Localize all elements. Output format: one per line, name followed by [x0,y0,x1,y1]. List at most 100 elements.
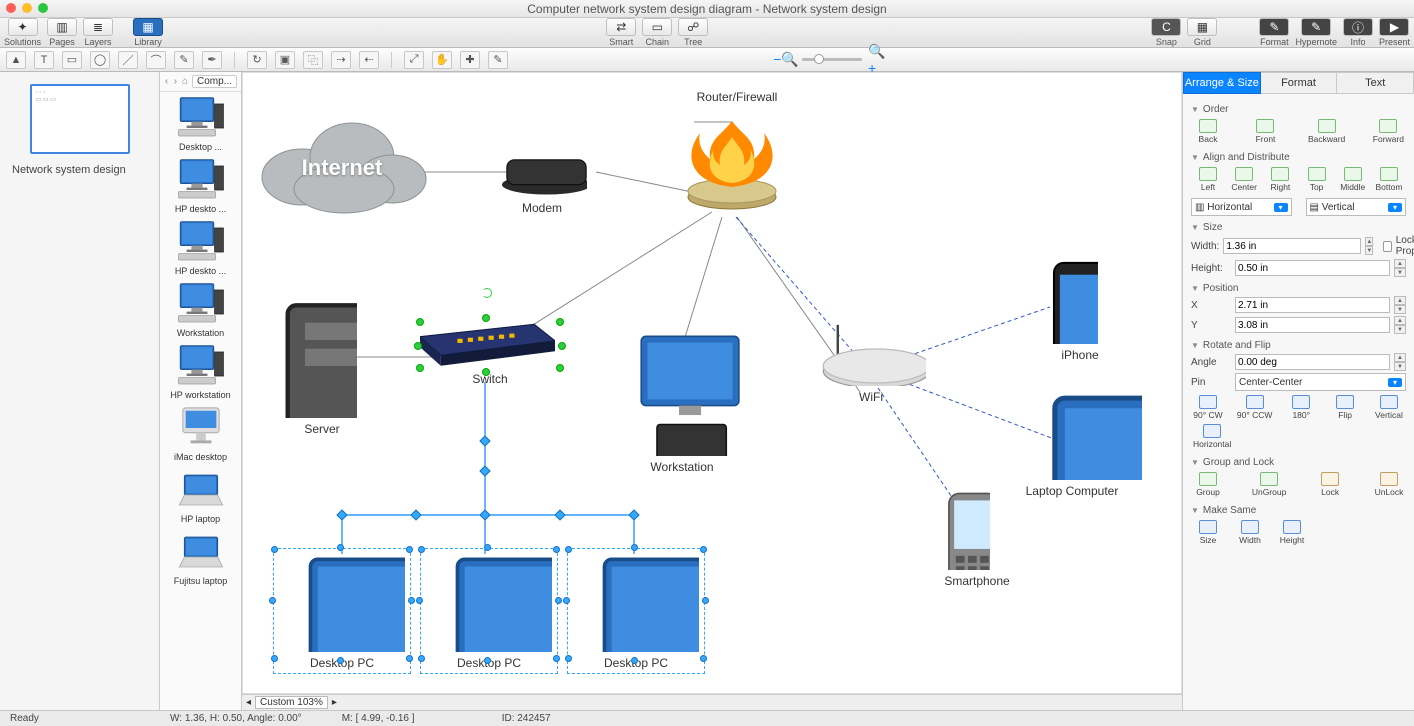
crop-tool[interactable]: ▣ [275,51,295,69]
order-backward-button[interactable]: Backward [1306,117,1347,146]
rotate-90ccw-button[interactable]: 90° CCW [1235,393,1275,422]
node-server[interactable]: Server [267,288,377,436]
pan-tool[interactable]: ✋ [432,51,452,69]
line-tool[interactable]: ／ [118,51,138,69]
library-forward-button[interactable]: › [173,76,178,87]
align-right-button[interactable]: Right [1263,165,1297,194]
align-top-button[interactable]: Top [1300,165,1334,194]
section-size[interactable]: Size [1191,222,1406,233]
ungroup-button[interactable]: UnGroup [1250,470,1289,499]
select-tool[interactable]: ▲ [6,51,26,69]
flip-horizontal-button[interactable]: Horizontal [1191,422,1233,451]
library-crumb[interactable]: Comp... [192,75,237,88]
rect-tool[interactable]: ▭ [62,51,82,69]
tab-format[interactable]: Format [1261,72,1338,94]
ellipse-tool[interactable]: ◯ [90,51,110,69]
node-modem[interactable]: Modem [497,142,587,215]
connector-tool-2[interactable]: ⇠ [359,51,379,69]
toolbar-format[interactable]: ✎Format [1259,18,1289,47]
toolbar-smart[interactable]: ⇄Smart [606,18,636,47]
toolbar-present[interactable]: ▶Present [1379,18,1410,47]
align-bottom-button[interactable]: Bottom [1372,165,1406,194]
toolbar-solutions[interactable]: ✦Solutions [4,18,41,47]
lock-button[interactable]: Lock [1313,470,1347,499]
align-left-button[interactable]: Left [1191,165,1225,194]
flip-vertical-button[interactable]: Vertical [1372,393,1406,422]
diagram-canvas[interactable]: Internet Modem Router/Firewall [242,72,1182,694]
node-desktop-pc-2[interactable]: Desktop PC [424,552,554,670]
toolbar-info[interactable]: ⓘInfo [1343,18,1373,47]
zoom-in-button[interactable]: 🔍+ [868,51,888,69]
library-back-button[interactable]: ‹ [164,76,169,87]
lock-proportions-checkbox[interactable]: Lock Proportions [1383,235,1414,257]
same-height-button[interactable]: Height [1275,518,1309,547]
same-size-button[interactable]: Size [1191,518,1225,547]
section-group[interactable]: Group and Lock [1191,457,1406,468]
unlock-button[interactable]: UnLock [1372,470,1406,499]
toolbar-tree[interactable]: ☍Tree [678,18,708,47]
order-forward-button[interactable]: Forward [1371,117,1406,146]
library-item-imac[interactable]: iMac desktop [164,406,237,462]
node-router-firewall[interactable]: Router/Firewall [682,86,792,216]
y-stepper[interactable]: ▲▼ [1394,316,1406,334]
x-stepper[interactable]: ▲▼ [1394,296,1406,314]
node-workstation[interactable]: Workstation [612,330,752,474]
library-home-button[interactable]: ⌂ [182,76,188,87]
same-width-button[interactable]: Width [1233,518,1267,547]
zoom-fit[interactable]: ⤢ [404,51,424,69]
node-iphone[interactable]: iPhone [1050,258,1110,362]
pen-tool[interactable]: ✒ [202,51,222,69]
zoom-selector[interactable]: Custom 103% [255,696,328,709]
node-wifi[interactable]: WiFi [816,320,926,404]
section-position[interactable]: Position [1191,283,1406,294]
toolbar-layers[interactable]: ≣Layers [83,18,113,47]
distribute-horizontal-select[interactable]: ▥ Horizontal▾ [1191,198,1292,216]
pos-y-input[interactable] [1235,317,1390,333]
toolbar-library[interactable]: ▦Library [133,18,163,47]
library-item-hpdesk2[interactable]: HP deskto ... [164,220,237,276]
order-back-button[interactable]: Back [1191,117,1225,146]
library-item-hplap[interactable]: HP laptop [164,468,237,524]
toolbar-chain[interactable]: ▭Chain [642,18,672,47]
distribute-vertical-select[interactable]: ▤ Vertical▾ [1306,198,1407,216]
text-tool[interactable]: T [34,51,54,69]
size-width-input[interactable] [1223,238,1361,254]
node-smartphone[interactable]: Smartphone [942,490,1012,588]
section-order[interactable]: Order [1191,104,1406,115]
node-internet[interactable]: Internet [252,107,432,217]
pin-select[interactable]: Center-Center▾ [1235,373,1406,391]
angle-input[interactable] [1235,354,1390,370]
rotate-180-button[interactable]: 180° [1284,393,1318,422]
node-laptop[interactable]: Laptop Computer [1002,388,1142,498]
node-desktop-pc-3[interactable]: Desktop PC [571,552,701,670]
group-tool[interactable]: ⿻ [303,51,323,69]
node-switch[interactable]: Switch [420,322,560,386]
close-window-button[interactable] [6,3,16,13]
library-item-desktop[interactable]: Desktop ... [164,96,237,152]
section-align[interactable]: Align and Distribute [1191,152,1406,163]
section-make-same[interactable]: Make Same [1191,505,1406,516]
arc-tool[interactable]: ⌒ [146,51,166,69]
size-height-input[interactable] [1235,260,1390,276]
rotate-90cw-button[interactable]: 90° CW [1191,393,1225,422]
toolbar-grid[interactable]: ▦Grid [1187,18,1217,47]
flip-button[interactable]: Flip [1328,393,1362,422]
group-button[interactable]: Group [1191,470,1225,499]
align-center-button[interactable]: Center [1227,165,1261,194]
minimize-window-button[interactable] [22,3,32,13]
zoom-window-button[interactable] [38,3,48,13]
library-item-hpws[interactable]: HP workstation [164,344,237,400]
eyedrop-tool[interactable]: ✚ [460,51,480,69]
node-desktop-pc-1[interactable]: Desktop PC [277,552,407,670]
zoom-slider[interactable] [802,58,862,61]
tab-arrange-size[interactable]: Arrange & Size [1183,72,1261,94]
angle-stepper[interactable]: ▲▼ [1394,353,1406,371]
edit-tool[interactable]: ✎ [488,51,508,69]
toolbar-snap[interactable]: CSnap [1151,18,1181,47]
width-stepper[interactable]: ▲▼ [1365,237,1373,255]
align-middle-button[interactable]: Middle [1336,165,1370,194]
library-item-fujitsu[interactable]: Fujitsu laptop [164,530,237,586]
order-front-button[interactable]: Front [1248,117,1282,146]
rotate-tool[interactable]: ↻ [247,51,267,69]
library-item-workstation[interactable]: Workstation [164,282,237,338]
